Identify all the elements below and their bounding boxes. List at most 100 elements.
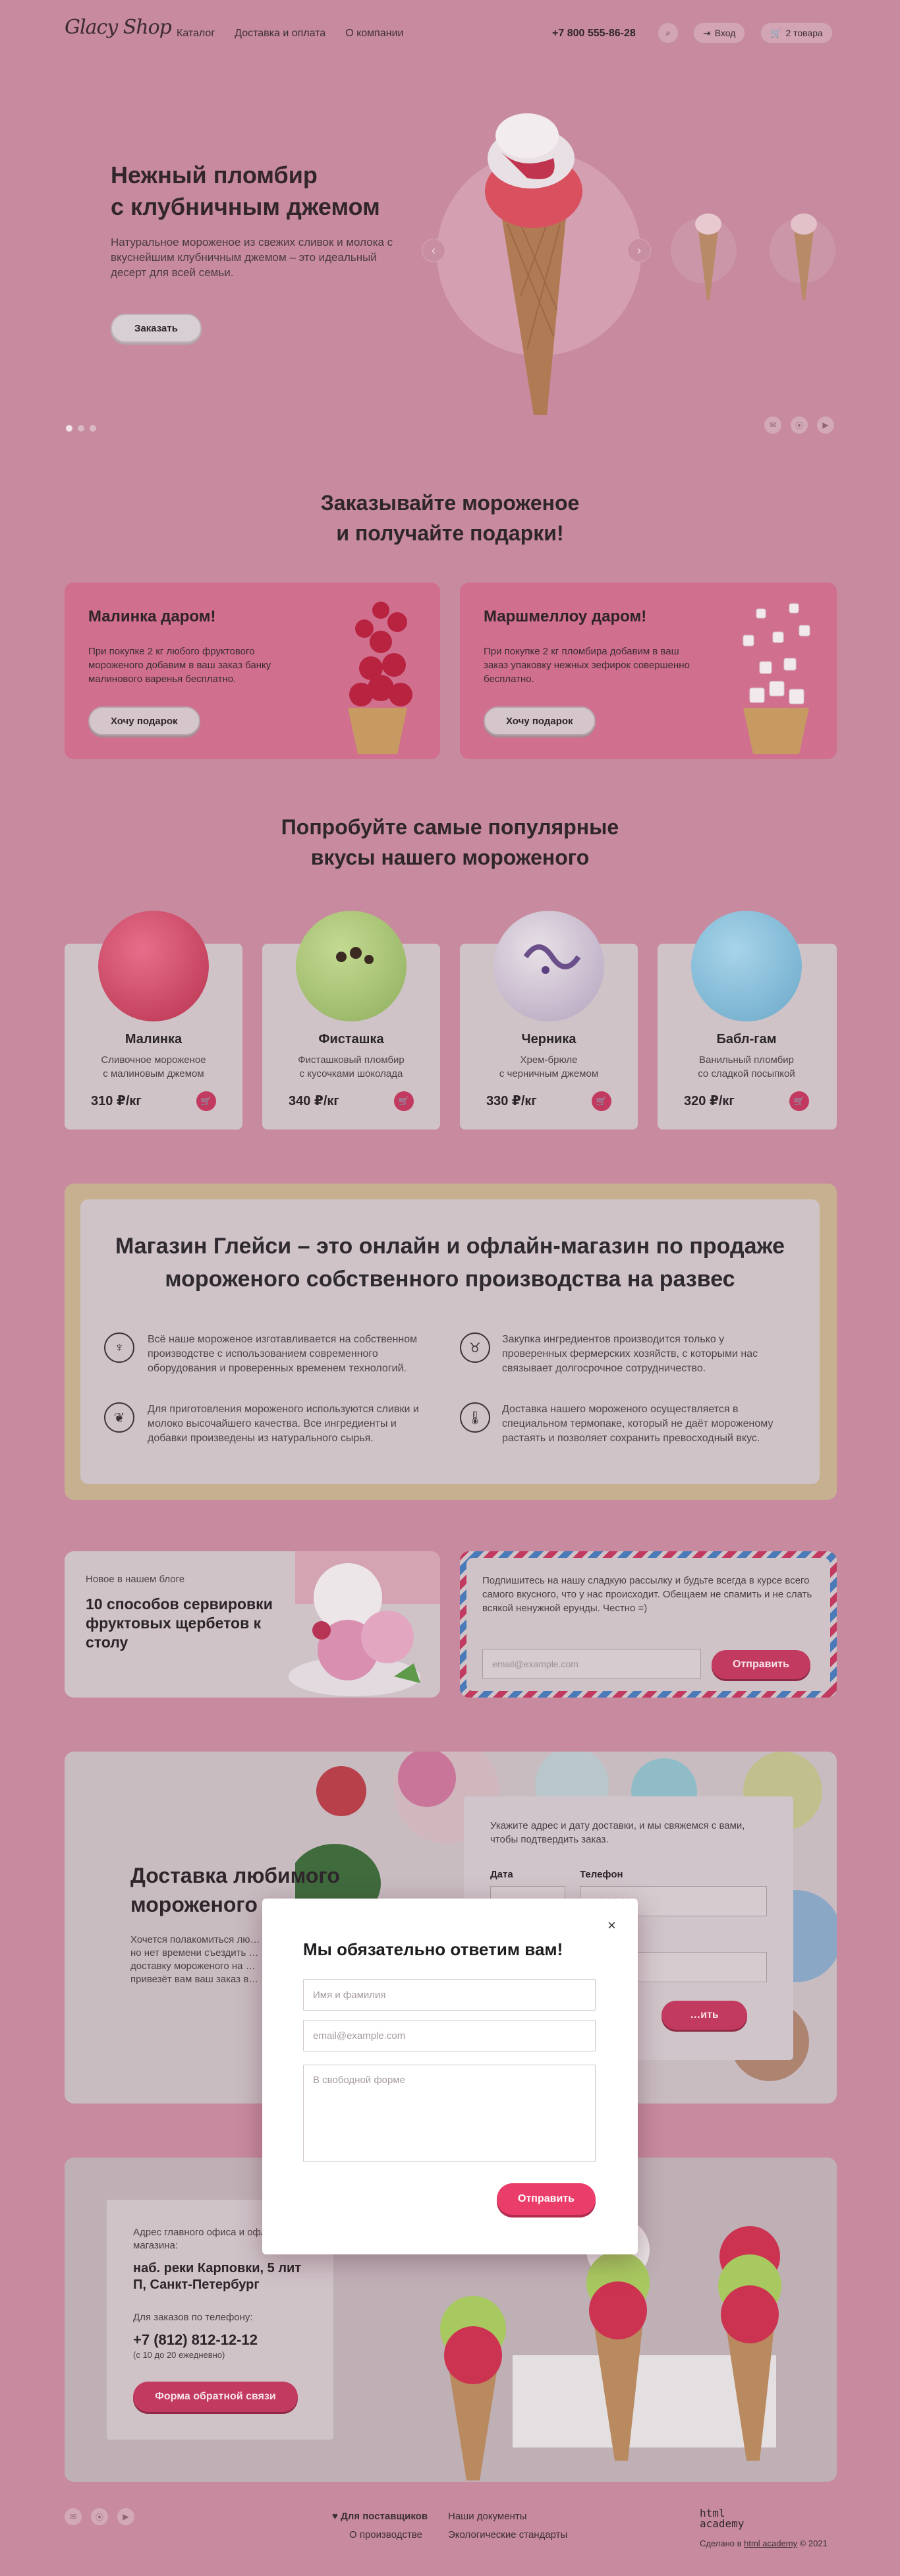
cart-icon: 🛒 bbox=[398, 1096, 410, 1106]
login-icon: ⇥ bbox=[703, 27, 711, 38]
login-button[interactable]: ⇥ Вход bbox=[693, 22, 746, 43]
promo-card-title: Маршмеллоу даром! bbox=[484, 608, 647, 625]
hero-ice-cream-image bbox=[485, 113, 582, 415]
name-input[interactable]: Имя и фамилия bbox=[303, 1979, 596, 2011]
youtube-icon[interactable]: ▶ bbox=[817, 416, 834, 434]
blog-card[interactable]: Новое в нашем блоге 10 способов сервиров… bbox=[65, 1551, 440, 1698]
popular-section-title: Попробуйте самые популярные вкусы нашего… bbox=[0, 812, 900, 873]
nav-delivery[interactable]: Доставка и оплата bbox=[235, 28, 325, 40]
raspberry-image bbox=[348, 602, 412, 754]
slider-dot[interactable] bbox=[78, 425, 84, 432]
add-to-cart-button[interactable]: 🛒 bbox=[196, 1091, 216, 1111]
product-name[interactable]: Фисташка bbox=[262, 1032, 440, 1047]
vk-icon[interactable]: ⦿ bbox=[91, 2508, 108, 2525]
copyright: © 2021 bbox=[799, 2538, 828, 2548]
modal-close-button[interactable]: × bbox=[607, 1917, 616, 1934]
ice-cream-icon: ♆ bbox=[104, 1332, 134, 1363]
made-by-label: Сделано в bbox=[700, 2538, 742, 2548]
feature-text: Закупка ингредиентов производится только… bbox=[502, 1334, 758, 1374]
slider-dot[interactable] bbox=[66, 425, 72, 432]
add-to-cart-button[interactable]: 🛒 bbox=[394, 1091, 414, 1111]
feature-text: Доставка нашего мороженого осуществляетс… bbox=[502, 1404, 773, 1444]
subscribe-email-input[interactable]: email@example.com bbox=[482, 1649, 701, 1679]
production-link[interactable]: О производстве bbox=[349, 2529, 422, 2540]
slider-dot[interactable] bbox=[90, 425, 96, 432]
footer-suppliers[interactable]: ♥ Для поставщиков bbox=[332, 2511, 428, 2522]
modal-title: Мы обязательно ответим вам! bbox=[303, 1939, 563, 1959]
add-to-cart-button[interactable]: 🛒 bbox=[592, 1091, 611, 1111]
product-name[interactable]: Черника bbox=[460, 1032, 638, 1047]
cart-label: 2 товара bbox=[785, 28, 823, 38]
modal-submit-button[interactable]: Отправить bbox=[497, 2183, 596, 2215]
promo-card-text: При покупке 2 кг пломбира добавим в ваш … bbox=[484, 646, 690, 685]
made-by-link[interactable]: html academy bbox=[744, 2538, 797, 2548]
subscribe-button[interactable]: Отправить bbox=[712, 1650, 810, 1679]
product-desc-line: Ванильный пломбир bbox=[698, 1054, 795, 1066]
date-label: Дата bbox=[490, 1869, 513, 1880]
product-card[interactable]: Фисташка Фисташковый пломбир с кусочками … bbox=[262, 911, 440, 1130]
twitter-icon[interactable]: ✉ bbox=[764, 416, 781, 434]
slider-next-button[interactable]: › bbox=[627, 239, 651, 262]
chevron-left-icon: ‹ bbox=[432, 243, 436, 257]
logo[interactable]: Glacy Shop bbox=[65, 16, 172, 39]
hero-thumb-image bbox=[791, 214, 817, 300]
close-icon: × bbox=[607, 1917, 616, 1933]
suppliers-link[interactable]: Для поставщиков bbox=[341, 2511, 428, 2522]
search-button[interactable]: ⌕ bbox=[658, 22, 679, 43]
office-address: наб. реки Карповки, 5 лит П, Санкт-Петер… bbox=[133, 2261, 302, 2292]
html-academy-logo[interactable]: html academy bbox=[700, 2508, 759, 2529]
hero-title-line: Нежный пломбир bbox=[111, 161, 318, 188]
product-card[interactable]: Черника Хрем-брюле с черничным джемом 330… bbox=[460, 911, 638, 1130]
heart-icon: ♥ bbox=[332, 2511, 341, 2522]
promo-card-title: Малинка даром! bbox=[88, 608, 216, 625]
product-name[interactable]: Малинка bbox=[65, 1032, 242, 1047]
product-card[interactable]: Бабл-гам Ванильный пломбир со сладкой пос… bbox=[658, 911, 837, 1130]
phone-label: Телефон bbox=[580, 1869, 623, 1880]
contact-phone[interactable]: +7 (812) 812-12-12 bbox=[133, 2332, 258, 2349]
phone-order-label: Для заказов по телефону: bbox=[133, 2312, 253, 2323]
product-card[interactable]: Малинка Сливочное мороженое с малиновым д… bbox=[65, 911, 242, 1130]
delivery-submit-button[interactable]: …ить bbox=[661, 2001, 747, 2030]
feedback-modal: × Мы обязательно ответим вам! Имя и фами… bbox=[262, 1899, 638, 2254]
about-title-line: мороженого собственного производства на … bbox=[165, 1267, 735, 1292]
cow-icon: ♉ bbox=[460, 1332, 490, 1363]
message-textarea[interactable]: В свободной форме bbox=[303, 2065, 596, 2162]
leaf-icon: ❦ bbox=[104, 1402, 134, 1433]
email-input[interactable]: email@example.com bbox=[303, 2020, 596, 2051]
product-desc-line: с малиновым джемом bbox=[103, 1068, 204, 1079]
promo-card-raspberry: Малинка даром! При покупке 2 кг любого ф… bbox=[65, 583, 440, 759]
youtube-icon[interactable]: ▶ bbox=[117, 2508, 134, 2525]
cart-icon: 🛒 bbox=[793, 1096, 805, 1106]
feedback-form-button[interactable]: Форма обратной связи bbox=[133, 2382, 298, 2412]
add-to-cart-button[interactable]: 🛒 bbox=[789, 1091, 809, 1111]
about-title-line: Магазин Глейси – это онлайн и офлайн-маг… bbox=[115, 1234, 785, 1259]
cart-button[interactable]: 🛒 2 товара bbox=[760, 22, 833, 43]
hero-title: Нежный пломбир с клубничным джемом bbox=[111, 159, 380, 223]
standards-link[interactable]: Экологические стандарты bbox=[448, 2529, 567, 2540]
slider-prev-button[interactable]: ‹ bbox=[422, 239, 445, 262]
chocolate-chips-image bbox=[336, 947, 374, 964]
blog-title[interactable]: 10 способов сервировки фруктовых щербето… bbox=[86, 1595, 277, 1652]
thermometer-icon: 🌡 bbox=[460, 1402, 490, 1433]
popular-title-line: вкусы нашего мороженого bbox=[310, 845, 590, 869]
product-name[interactable]: Бабл-гам bbox=[658, 1032, 835, 1047]
product-desc: Фисташковый пломбир с кусочками шоколада bbox=[262, 1053, 440, 1081]
gift-button[interactable]: Хочу подарок bbox=[88, 706, 200, 735]
nav-catalog[interactable]: Каталог bbox=[177, 28, 215, 40]
header-phone[interactable]: +7 800 555-86-28 bbox=[552, 28, 636, 40]
product-desc-line: с кусочками шоколада bbox=[299, 1068, 403, 1079]
vk-icon[interactable]: ⦿ bbox=[791, 416, 808, 434]
hero-title-line: с клубничным джемом bbox=[111, 193, 380, 220]
promo-card-marshmallow: Маршмеллоу даром! При покупке 2 кг пломб… bbox=[460, 583, 837, 759]
popular-title-line: Попробуйте самые популярные bbox=[281, 815, 619, 839]
marshmallow-image bbox=[743, 603, 810, 754]
product-desc-line: со сладкой посыпкой bbox=[698, 1068, 795, 1079]
gift-button[interactable]: Хочу подарок bbox=[484, 706, 596, 735]
order-button[interactable]: Заказать bbox=[111, 314, 202, 343]
twitter-icon[interactable]: ✉ bbox=[65, 2508, 82, 2525]
promo-card-text: При покупке 2 кг любого фруктового морож… bbox=[88, 646, 271, 685]
cart-icon: 🛒 bbox=[596, 1096, 607, 1106]
documents-link[interactable]: Наши документы bbox=[448, 2511, 527, 2522]
nav-about[interactable]: О компании bbox=[345, 28, 403, 40]
delivery-title-line: Доставка любимого bbox=[130, 1864, 340, 1887]
